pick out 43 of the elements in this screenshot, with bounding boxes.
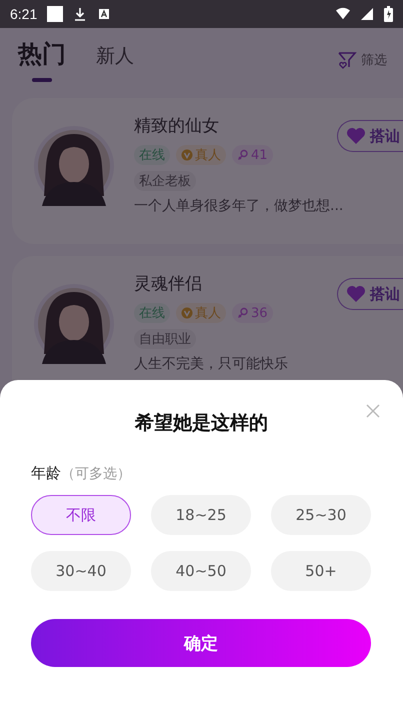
filter-label[interactable]: 筛选 (361, 51, 387, 69)
age-option[interactable]: 50+ (271, 551, 371, 591)
profile-card[interactable]: 精致的仙女 在线 真人 41 私企老板 一个人单身很多年了，做梦也想... 搭讪 (12, 98, 403, 244)
verified-label: 真人 (195, 147, 221, 164)
job-tag: 私企老板 (134, 171, 196, 191)
age-option[interactable]: 30~40 (31, 551, 131, 591)
greet-button[interactable]: 搭讪 (337, 278, 403, 310)
keyboard-icon (97, 7, 112, 21)
female-icon (237, 149, 249, 161)
verified-label: 真人 (195, 305, 221, 322)
tab[interactable]: 热门 (18, 38, 66, 82)
sheet-title: 希望她是这样的 (135, 411, 268, 436)
online-tag: 在线 (134, 145, 170, 165)
verified-badge-icon (181, 307, 193, 319)
online-tag: 在线 (134, 303, 170, 323)
age-label: 41 (251, 148, 268, 162)
wifi-icon (336, 7, 350, 21)
job-tag: 自由职业 (134, 329, 196, 349)
notification-icon (47, 6, 64, 22)
section-label: 年龄 (31, 464, 61, 483)
download-icon (73, 7, 88, 21)
verified-badge-icon (181, 149, 193, 161)
confirm-button[interactable]: 确定 (31, 619, 371, 667)
age-option[interactable]: 25~30 (271, 495, 371, 535)
heart-icon (346, 285, 366, 303)
age-option[interactable]: 18~25 (151, 495, 251, 535)
greet-button[interactable]: 搭讪 (337, 120, 403, 152)
female-icon (237, 307, 249, 319)
filter-icon[interactable] (337, 50, 357, 70)
tab[interactable]: 新人 (96, 43, 134, 77)
heart-icon (346, 127, 366, 145)
age-option[interactable]: 40~50 (151, 551, 251, 591)
close-icon[interactable] (366, 404, 380, 418)
battery-icon (384, 6, 393, 22)
profile-name: 灵魂伴侣 (134, 273, 202, 295)
age-option[interactable]: 不限 (31, 495, 131, 535)
status-time: 6:21 (10, 6, 38, 22)
age-label: 36 (251, 306, 268, 320)
profile-bio: 一个人单身很多年了，做梦也想... (134, 197, 344, 215)
signal-icon (360, 7, 374, 21)
profile-bio: 人生不完美，只可能快乐 (134, 355, 289, 373)
profile-name: 精致的仙女 (134, 115, 219, 137)
section-hint: （可多选） (61, 465, 131, 483)
